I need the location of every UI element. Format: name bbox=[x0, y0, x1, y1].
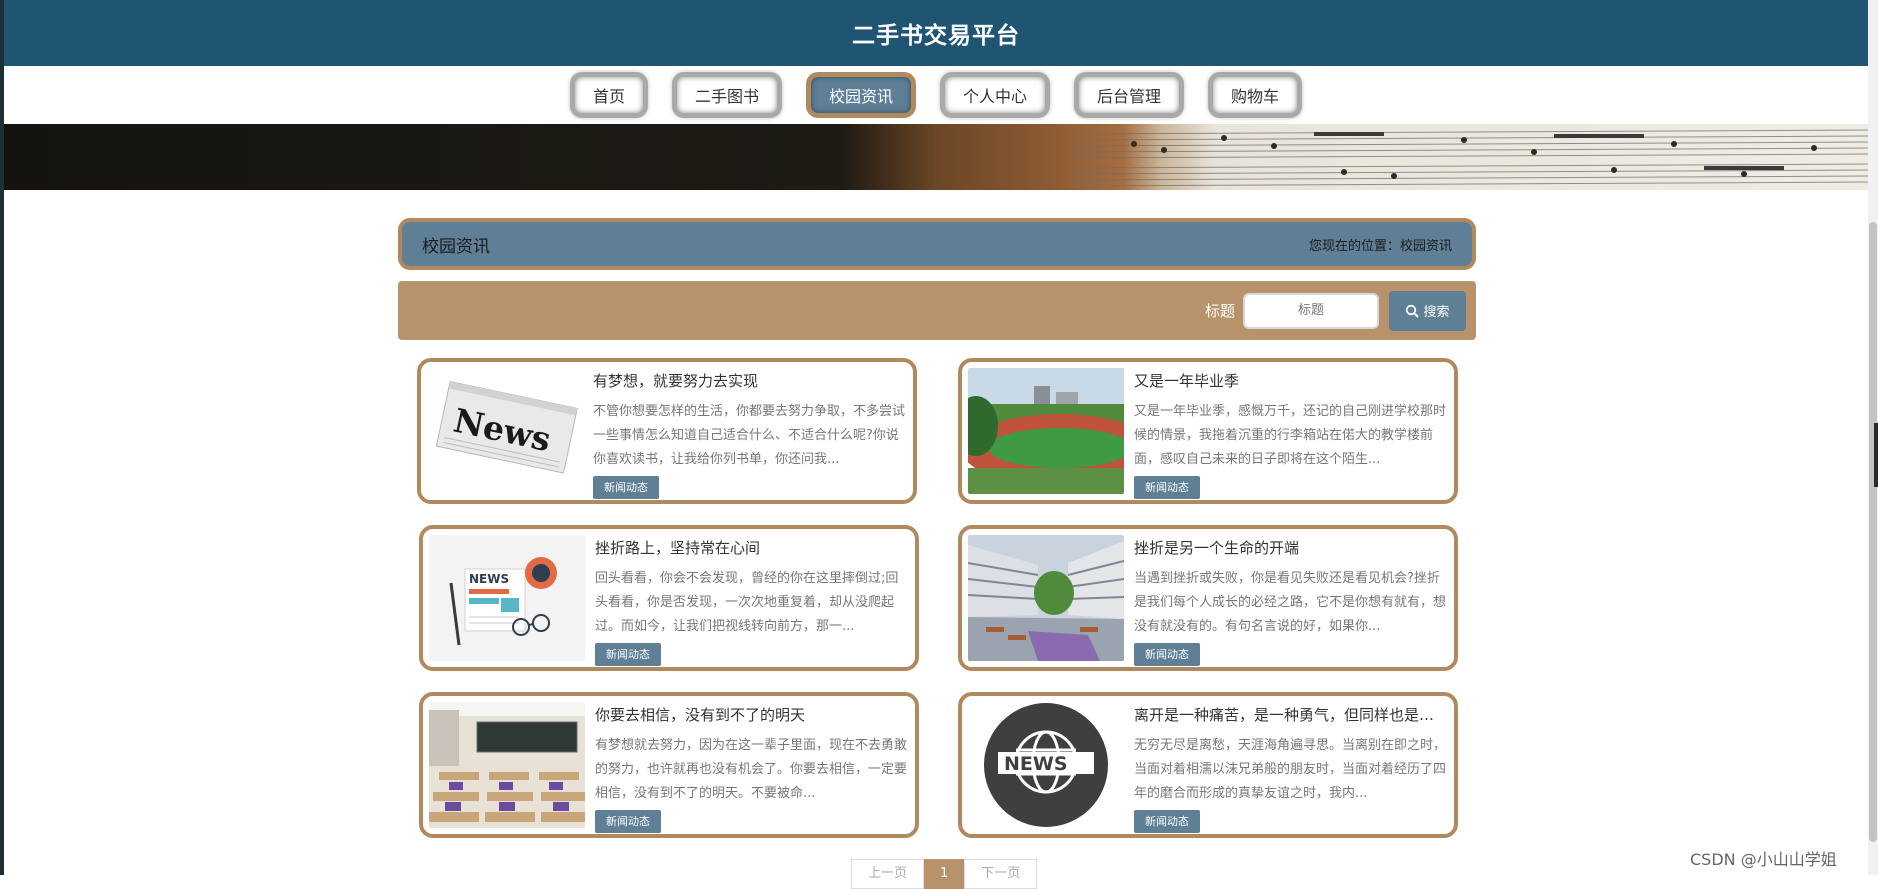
news-card-title: 挫折路上，坚持常在心间 bbox=[595, 539, 761, 557]
section-title: 校园资讯 bbox=[422, 236, 490, 257]
nav-campus-news[interactable]: 校园资讯 bbox=[805, 72, 916, 118]
nav-admin[interactable]: 后台管理 bbox=[1074, 72, 1185, 118]
news-card-summary: 无穷无尽是离愁，天涯海角遍寻思。当离别在即之时，当面对着相濡以沫兄弟般的朋友时，… bbox=[1134, 738, 1446, 800]
search-button-label: 搜索 bbox=[1423, 305, 1450, 320]
news-card-summary: 回头看看，你会不会发现，曾经的你在这里摔倒过;回头看看，你是否发现，一次次地重复… bbox=[595, 571, 899, 633]
next-page-button[interactable]: 下一页 bbox=[964, 859, 1038, 889]
news-card-tag[interactable]: 新闻动态 bbox=[595, 643, 661, 666]
news-card-title: 离开是一种痛苦，是一种勇气，但同样也是一个考验 bbox=[1134, 706, 1444, 724]
nav-personal-center[interactable]: 个人中心 bbox=[940, 72, 1051, 118]
news-card[interactable]: 又是一年毕业季 又是一年毕业季，感慨万千，还记的自己刚进学校那时候的情景，我拖着… bbox=[958, 358, 1458, 504]
news-document-image: NEWS bbox=[429, 535, 585, 661]
scroll-indicator bbox=[1874, 423, 1878, 487]
banner-image bbox=[4, 124, 1868, 190]
watermark: CSDN @小山山学姐 bbox=[1690, 850, 1837, 869]
news-card[interactable]: NEWS 离开是一种痛苦，是一种勇气，但同样也是一个考验 无穷无尽是离愁，天涯海… bbox=[958, 692, 1458, 838]
news-card-tag[interactable]: 新闻动态 bbox=[595, 810, 661, 833]
search-label: 标题 bbox=[1204, 302, 1235, 320]
current-page-button[interactable]: 1 bbox=[924, 859, 965, 889]
svg-text:NEWS: NEWS bbox=[469, 572, 509, 586]
news-globe-image: NEWS bbox=[968, 702, 1124, 828]
scrollbar-thumb[interactable] bbox=[1869, 222, 1877, 842]
news-card-tag[interactable]: 新闻动态 bbox=[1134, 476, 1200, 499]
classroom-image bbox=[429, 702, 585, 828]
news-card-summary: 又是一年毕业季，感慨万千，还记的自己刚进学校那时候的情景，我拖着沉重的行李箱站在… bbox=[1134, 404, 1446, 466]
news-card-title: 挫折是另一个生命的开端 bbox=[1134, 539, 1300, 557]
news-card[interactable]: 你要去相信，没有到不了的明天 有梦想就去努力，因为在这一辈子里面，现在不去勇敢的… bbox=[419, 692, 919, 838]
news-card-title: 又是一年毕业季 bbox=[1134, 372, 1240, 390]
news-card-summary: 当遇到挫折或失败，你是看见失败还是看见机会?挫折是我们每个人成长的必经之路，它不… bbox=[1134, 571, 1446, 633]
news-card-tag[interactable]: 新闻动态 bbox=[1134, 810, 1200, 833]
news-card-summary: 有梦想就去努力，因为在这一辈子里面，现在不去勇敢的努力，也许就再也没有机会了。你… bbox=[595, 738, 907, 800]
breadcrumb: 您现在的位置：校园资讯 bbox=[1308, 238, 1452, 254]
news-card-title: 你要去相信，没有到不了的明天 bbox=[595, 706, 806, 724]
news-card-summary: 不管你想要怎样的生活，你都要去努力争取，不多尝试一些事情怎么知道自己适合什么、不… bbox=[593, 404, 905, 466]
news-card-title: 有梦想，就要努力去实现 bbox=[593, 372, 759, 390]
news-newspaper-image: News bbox=[427, 368, 583, 494]
search-icon bbox=[1406, 304, 1420, 318]
nav-used-books[interactable]: 二手图书 bbox=[671, 72, 782, 118]
prev-page-button[interactable]: 上一页 bbox=[851, 859, 925, 889]
sheet-music-decoration bbox=[1073, 129, 1868, 187]
svg-text:NEWS: NEWS bbox=[1004, 753, 1068, 775]
nav-home[interactable]: 首页 bbox=[569, 72, 648, 118]
site-title: 二手书交易平台 bbox=[852, 23, 1020, 49]
search-input[interactable] bbox=[1243, 292, 1379, 329]
news-card-tag[interactable]: 新闻动态 bbox=[593, 476, 659, 499]
nav-cart[interactable]: 购物车 bbox=[1208, 72, 1303, 118]
news-card[interactable]: News 有梦想，就要努力去实现 不管你想要怎样的生活，你都要去努力争取，不多尝… bbox=[417, 358, 917, 504]
site-header: 二手书交易平台 bbox=[4, 0, 1868, 66]
search-button[interactable]: 搜索 bbox=[1389, 290, 1466, 331]
news-card[interactable]: NEWS 挫折路上，坚持常在心间 回头看看，你会不会发现，曾经的你在这里摔倒过;… bbox=[419, 525, 919, 671]
section-header: 校园资讯 您现在的位置：校园资讯 bbox=[398, 218, 1476, 270]
news-card[interactable]: 挫折是另一个生命的开端 当遇到挫折或失败，你是看见失败还是看见机会?挫折是我们每… bbox=[958, 525, 1458, 671]
main-nav: 首页 二手图书 校园资讯 个人中心 后台管理 购物车 bbox=[4, 66, 1868, 124]
campus-building-image bbox=[968, 535, 1124, 661]
news-card-tag[interactable]: 新闻动态 bbox=[1134, 643, 1200, 666]
pagination: 上一页 1 下一页 bbox=[851, 859, 1038, 889]
search-bar: 标题 搜索 bbox=[398, 281, 1476, 340]
campus-track-image bbox=[968, 368, 1124, 494]
